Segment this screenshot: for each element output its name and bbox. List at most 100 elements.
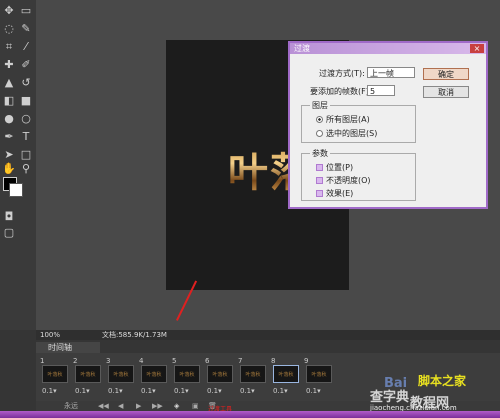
ok-button[interactable]: 确定 [423,68,469,80]
os-taskbar [0,411,500,418]
frame-delay[interactable]: 0.1▾ [174,387,189,395]
tween-dialog: 过渡 × 过渡方式(T): 上一帧 要添加的帧数(F): 5 确定 取消 图层 … [288,41,488,209]
eraser-tool-icon[interactable]: ◧ [2,94,16,108]
wand-tool-icon[interactable]: ✎ [19,22,33,36]
first-frame-icon[interactable]: ◀◀ [98,401,109,411]
timeline-frame[interactable]: 2 叶落秋 0.1▾ [73,357,103,397]
move-tool-icon[interactable]: ✥ [2,4,16,18]
pen-tool-icon[interactable]: ✒ [2,130,16,144]
frame-delay[interactable]: 0.1▾ [240,387,255,395]
effects-option[interactable]: 效果(E) [316,188,353,199]
checkbox-icon[interactable] [316,190,323,197]
frame-number: 7 [238,357,243,365]
healing-tool-icon[interactable]: ✚ [2,58,16,72]
frame-number: 9 [304,357,309,365]
frame-number: 6 [205,357,210,365]
type-tool-icon[interactable]: T [19,130,33,144]
frame-delay[interactable]: 0.1▾ [42,387,57,395]
checkbox-icon[interactable] [316,164,323,171]
frame-thumbnail[interactable]: 叶落秋 [207,365,233,383]
position-option[interactable]: 位置(P) [316,162,353,173]
frame-number: 2 [73,357,78,365]
shape-tool-icon[interactable]: □ [19,148,33,162]
frame-number: 4 [139,357,144,365]
watermark-jb51: 脚本之家 [418,374,467,388]
selected-layer-label: 选中的图层(S) [326,129,378,138]
tools-panel: ✥ ▭ ◌ ✎ ⌗ ⁄ ✚ ✐ ▲ ↺ ◧ ■ ● ○ ✒ T ➤ □ ✋ ⚲ ◘ ▢ [0,0,37,330]
timeline-frame-selected[interactable]: 8 叶落秋 0.1▾ [271,357,301,397]
crop-tool-icon[interactable]: ⌗ [2,40,16,54]
timeline-frame[interactable]: 3 叶落秋 0.1▾ [106,357,136,397]
history-brush-icon[interactable]: ↺ [19,76,33,90]
zoom-level[interactable]: 100% [40,330,60,340]
brush-tool-icon[interactable]: ✐ [19,58,33,72]
lasso-tool-icon[interactable]: ◌ [2,22,16,36]
frame-thumbnail[interactable]: 叶落秋 [141,365,167,383]
frames-to-add-input[interactable]: 5 [367,85,395,96]
watermark-baidu: Bai [384,376,408,391]
frame-number: 8 [271,357,276,365]
eyedropper-tool-icon[interactable]: ⁄ [19,40,33,54]
radio-icon[interactable] [316,130,323,137]
background-color-swatch[interactable] [9,183,23,197]
all-layers-option[interactable]: 所有图层(A) [316,114,370,125]
quick-mask-icon[interactable]: ◘ [2,210,16,224]
zoom-tool-icon[interactable]: ⚲ [19,162,33,176]
frame-thumbnail[interactable]: 叶落秋 [306,365,332,383]
params-group-title: 参数 [310,148,330,159]
frame-delay[interactable]: 0.1▾ [75,387,90,395]
timeline-frame[interactable]: 9 叶落秋 0.1▾ [304,357,334,397]
timeline-frame[interactable]: 4 叶落秋 0.1▾ [139,357,169,397]
frame-delay[interactable]: 0.1▾ [141,387,156,395]
new-frame-icon[interactable]: ▣ [192,401,199,411]
timeline-frame[interactable]: 6 叶落秋 0.1▾ [205,357,235,397]
play-icon[interactable]: ▶ [136,401,141,411]
frame-delay[interactable]: 0.1▾ [306,387,321,395]
gradient-tool-icon[interactable]: ■ [19,94,33,108]
layers-group-title: 图层 [310,100,330,111]
timeline-frame[interactable]: 7 叶落秋 0.1▾ [238,357,268,397]
frame-number: 3 [106,357,111,365]
stamp-tool-icon[interactable]: ▲ [2,76,16,90]
blur-tool-icon[interactable]: ● [2,112,16,126]
frame-number: 1 [40,357,45,365]
frame-thumbnail[interactable]: 叶落秋 [75,365,101,383]
tween-with-select[interactable]: 上一帧 [367,67,415,78]
tween-icon[interactable]: ◈ [174,401,179,411]
opacity-label: 不透明度(O) [326,176,371,185]
tab-timeline[interactable]: 时间轴 [36,342,100,353]
selected-layer-option[interactable]: 选中的图层(S) [316,128,377,139]
frame-delay[interactable]: 0.1▾ [273,387,288,395]
frame-thumbnail[interactable]: 叶落秋 [42,365,68,383]
doc-info[interactable]: 文档:585.9K/1.73M [102,330,167,340]
marquee-tool-icon[interactable]: ▭ [19,4,33,18]
position-label: 位置(P) [326,163,354,172]
layers-group: 图层 所有图层(A) 选中的图层(S) [301,100,416,143]
tween-with-label: 过渡方式(T): [319,69,365,78]
dialog-title: 过渡 [290,43,486,54]
frame-number: 5 [172,357,177,365]
close-icon[interactable]: × [470,44,484,53]
path-select-icon[interactable]: ➤ [2,148,16,162]
previous-frame-icon[interactable]: ◀ [118,401,123,411]
loop-select[interactable]: 永远 [64,401,78,411]
opacity-option[interactable]: 不透明度(O) [316,175,371,186]
frame-thumbnail[interactable]: 叶落秋 [174,365,200,383]
timeline-frame[interactable]: 1 叶落秋 0.1▾ [40,357,70,397]
checkbox-icon[interactable] [316,177,323,184]
frame-thumbnail[interactable]: 叶落秋 [108,365,134,383]
frame-delay[interactable]: 0.1▾ [108,387,123,395]
all-layers-label: 所有图层(A) [326,115,370,124]
frame-thumbnail[interactable]: 叶落秋 [273,365,299,383]
frame-thumbnail[interactable]: 叶落秋 [240,365,266,383]
next-frame-icon[interactable]: ▶▶ [152,401,163,411]
dodge-tool-icon[interactable]: ○ [19,112,33,126]
status-bar: 100% 文档:585.9K/1.73M [36,330,500,340]
timeline-frame[interactable]: 5 叶落秋 0.1▾ [172,357,202,397]
radio-icon[interactable] [316,116,323,123]
hand-tool-icon[interactable]: ✋ [2,162,16,176]
cancel-button[interactable]: 取消 [423,86,469,98]
frame-delay[interactable]: 0.1▾ [207,387,222,395]
screen-mode-icon[interactable]: ▢ [2,226,16,240]
frames-to-add-label: 要添加的帧数(F): [310,87,372,96]
